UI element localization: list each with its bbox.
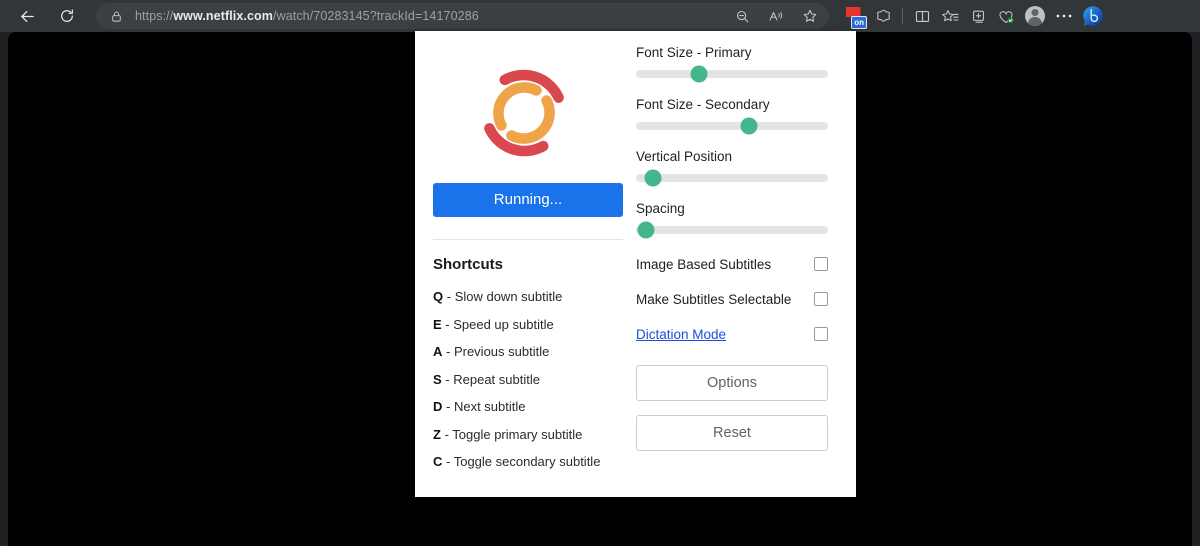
zoom-out-icon[interactable] (729, 3, 755, 29)
shortcut-action: Next subtitle (453, 399, 526, 414)
shortcut-key: D (433, 399, 443, 414)
dictation-mode-link[interactable]: Dictation Mode (636, 327, 814, 342)
reload-button[interactable] (52, 1, 82, 31)
shortcut-row: Z - Toggle primary subtitle (433, 421, 614, 449)
slider-label-vertical-position: Vertical Position (636, 149, 733, 164)
options-button[interactable]: Options (636, 365, 828, 401)
slider-spacing[interactable] (636, 221, 828, 239)
checkbox-row-make-subtitles-selectable[interactable]: Make Subtitles Selectable (636, 288, 828, 310)
toolbar-separator (902, 8, 903, 24)
shortcut-key: Q (433, 289, 444, 304)
shortcut-action: Toggle secondary subtitle (453, 454, 601, 469)
back-arrow-icon (20, 10, 34, 22)
profile-avatar[interactable] (1020, 2, 1050, 30)
split-screen-icon[interactable] (908, 2, 936, 30)
slider-label-font-size-secondary: Font Size - Secondary (636, 97, 770, 112)
browser-toolbar: https://www.netflix.com/watch/70283145?t… (0, 0, 1200, 32)
shortcut-separator: - (442, 344, 454, 359)
copilot-icon[interactable] (1078, 1, 1108, 31)
address-bar[interactable]: https://www.netflix.com/watch/70283145?t… (96, 3, 829, 29)
popup-left-column: Running... Shortcuts Q - Slow down subti… (415, 31, 628, 497)
shortcut-action: Toggle primary subtitle (452, 426, 583, 442)
shortcut-separator: - (442, 399, 454, 414)
shortcut-key: S (433, 371, 442, 387)
settings-more-icon[interactable] (1050, 2, 1078, 30)
url-path: /watch/70283145?trackId=14170286 (273, 9, 479, 23)
shortcut-row: D - Next subtitle (433, 393, 614, 421)
shopping-icon[interactable] (992, 2, 1020, 30)
slider-font-size-primary[interactable] (636, 65, 828, 83)
slider-label-font-size-primary: Font Size - Primary (636, 45, 752, 60)
url-text: https://www.netflix.com/watch/70283145?t… (135, 9, 479, 23)
shortcut-action: Previous subtitle (453, 344, 550, 359)
shortcut-row: Q - Slow down subtitle (433, 283, 614, 311)
extension-button[interactable]: on (839, 1, 869, 31)
slider-vertical-position[interactable] (636, 169, 828, 187)
shortcut-key: E (433, 316, 442, 332)
shortcut-separator: - (440, 426, 453, 442)
slider-label-spacing: Spacing (636, 201, 685, 216)
reset-button[interactable]: Reset (636, 415, 828, 451)
shortcut-action: Repeat subtitle (453, 371, 540, 387)
checkbox-make-subtitles-selectable[interactable] (814, 292, 828, 306)
slider-thumb[interactable] (690, 65, 708, 83)
url-domain: www.netflix.com (173, 9, 273, 23)
collections-icon[interactable] (964, 2, 992, 30)
url-prefix: https:// (135, 9, 174, 23)
slider-thumb[interactable] (644, 169, 662, 187)
favorites-icon[interactable] (936, 2, 964, 30)
shortcut-key: Z (433, 426, 441, 442)
read-aloud-icon[interactable] (763, 3, 789, 29)
status-button[interactable]: Running... (433, 183, 623, 217)
shortcut-separator: - (441, 371, 454, 387)
shortcut-row: E - Speed up subtitle (433, 311, 614, 339)
extension-on-badge: on (851, 16, 867, 29)
shortcuts-title: Shortcuts (433, 256, 504, 273)
checkbox-options: Image Based Subtitles Make Subtitles Sel… (636, 253, 838, 345)
checkbox-label: Make Subtitles Selectable (636, 291, 792, 307)
shortcut-separator: - (442, 454, 454, 469)
shortcut-row: C - Toggle secondary subtitle (433, 448, 614, 476)
checkbox-dictation-mode[interactable] (814, 327, 828, 341)
popup-right-column: Font Size - Primary Font Size - Secondar… (628, 31, 856, 497)
checkbox-row-image-based-subtitles[interactable]: Image Based Subtitles (636, 253, 828, 275)
shortcut-separator: - (441, 316, 454, 332)
popup-buttons: Options Reset (636, 365, 838, 451)
subtitle-extension-logo (483, 69, 564, 157)
logo-container (433, 45, 614, 181)
shortcut-key: C (433, 454, 443, 469)
checkbox-row-dictation-mode[interactable]: Dictation Mode (636, 323, 828, 345)
avatar (1025, 6, 1045, 26)
toolbar-actions: on (839, 0, 1110, 32)
shortcut-action: Speed up subtitle (453, 316, 554, 332)
shortcut-separator: - (443, 289, 455, 304)
shortcut-action: Slow down subtitle (454, 289, 563, 304)
omnibox-actions (729, 3, 823, 29)
browser-essentials-icon[interactable] (869, 2, 897, 30)
slider-font-size-secondary[interactable] (636, 117, 828, 135)
shortcut-row: S - Repeat subtitle (433, 366, 614, 394)
extension-popup: Running... Shortcuts Q - Slow down subti… (415, 31, 856, 497)
slider-thumb[interactable] (740, 117, 758, 135)
shortcut-key: A (433, 344, 443, 359)
slider-thumb[interactable] (637, 221, 655, 239)
checkbox-image-based-subtitles[interactable] (814, 257, 828, 271)
reload-icon (61, 9, 73, 22)
shortcuts-list: Q - Slow down subtitle E - Speed up subt… (433, 283, 614, 476)
shortcut-row: A - Previous subtitle (433, 338, 614, 366)
favorite-star-icon[interactable] (797, 3, 823, 29)
checkbox-label: Image Based Subtitles (636, 256, 772, 272)
section-divider (433, 239, 623, 240)
lock-icon (110, 10, 123, 23)
back-button[interactable] (12, 1, 42, 31)
